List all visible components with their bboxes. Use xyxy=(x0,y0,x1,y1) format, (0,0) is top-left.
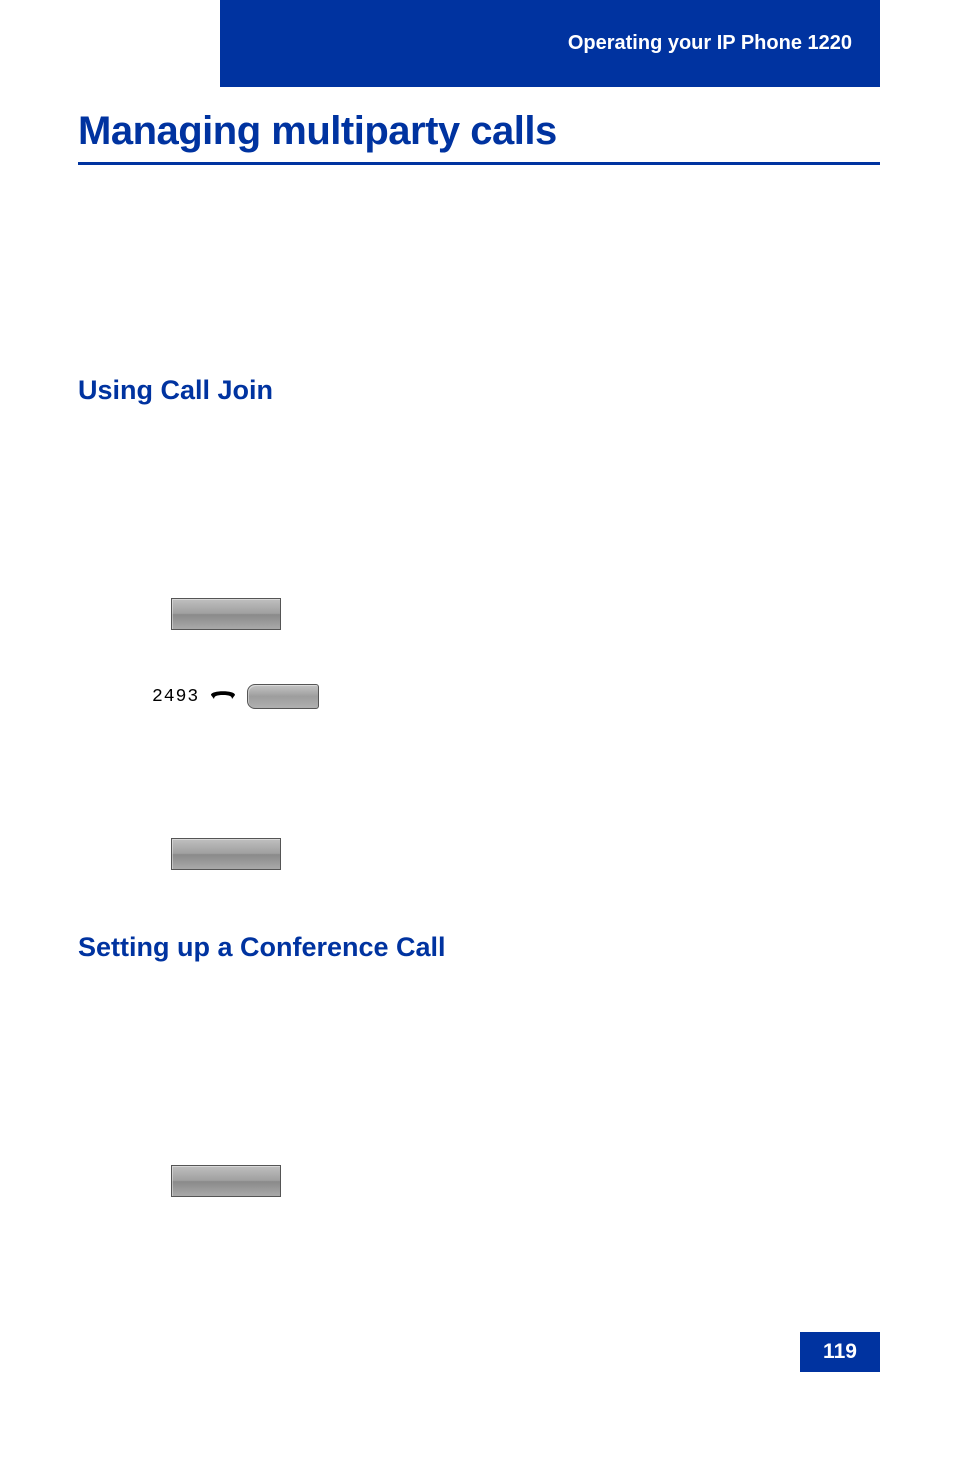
line-key-row: 2493 xyxy=(152,684,319,709)
page-number: 119 xyxy=(823,1340,857,1364)
section-heading-call-join: Using Call Join xyxy=(78,375,273,406)
soft-key-button xyxy=(171,1165,281,1197)
section-heading-conference-call: Setting up a Conference Call xyxy=(78,932,446,963)
phone-handset-icon xyxy=(209,687,237,707)
breadcrumb: Operating your IP Phone 1220 xyxy=(568,32,852,55)
page-number-badge: 119 xyxy=(800,1332,880,1372)
line-number-label: 2493 xyxy=(152,687,199,707)
main-heading-container: Managing multiparty calls xyxy=(78,109,880,165)
soft-key-button xyxy=(171,838,281,870)
soft-key-button xyxy=(171,598,281,630)
line-key-button xyxy=(247,684,319,709)
page-title: Managing multiparty calls xyxy=(78,109,880,154)
page-header-bar: Operating your IP Phone 1220 xyxy=(220,0,880,87)
